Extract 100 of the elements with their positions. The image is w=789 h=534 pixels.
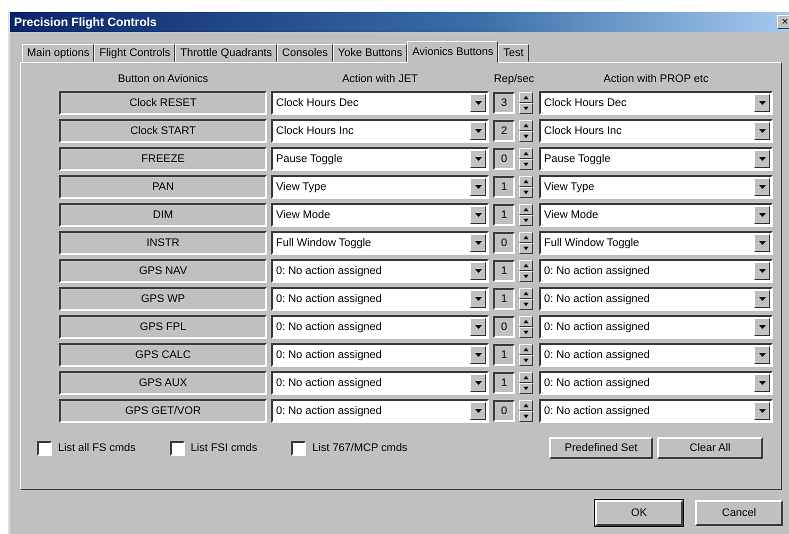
dialog-button[interactable]: Cancel (695, 500, 783, 526)
dropdown-button[interactable] (470, 234, 486, 252)
spin-buttons[interactable] (519, 400, 533, 422)
dropdown-button[interactable] (754, 94, 770, 112)
action-dropdown[interactable]: View Type (271, 175, 489, 199)
spin-buttons[interactable] (519, 232, 533, 254)
dropdown-button[interactable] (754, 374, 770, 392)
repeat-field[interactable]: 0 (493, 232, 515, 254)
action-dropdown[interactable]: 0: No action assigned (271, 399, 489, 423)
avionics-button[interactable]: GPS NAV (59, 259, 267, 283)
spin-buttons[interactable] (519, 316, 533, 338)
dropdown-button[interactable] (754, 402, 770, 420)
action-dropdown[interactable]: 0: No action assigned (271, 315, 489, 339)
tab[interactable]: Avionics Buttons (407, 41, 498, 63)
spin-buttons[interactable] (519, 120, 533, 142)
dropdown-button[interactable] (470, 346, 486, 364)
dialog-button[interactable]: OK (595, 500, 683, 526)
checkbox-option[interactable]: List all FS cmds (37, 440, 136, 456)
avionics-button[interactable]: GPS GET/VOR (59, 399, 267, 423)
repeat-field[interactable]: 1 (493, 176, 515, 198)
action-dropdown[interactable]: 0: No action assigned (539, 371, 773, 395)
checkbox[interactable] (291, 440, 306, 456)
action-dropdown[interactable]: Clock Hours Inc (271, 119, 489, 143)
action-dropdown[interactable]: 0: No action assigned (271, 343, 489, 367)
avionics-button[interactable]: INSTR (59, 231, 267, 255)
repeat-field[interactable]: 1 (493, 372, 515, 394)
action-dropdown[interactable]: 0: No action assigned (539, 259, 773, 283)
action-dropdown[interactable]: Full Window Toggle (271, 231, 489, 255)
action-dropdown[interactable]: Clock Hours Inc (539, 119, 773, 143)
dropdown-button[interactable] (470, 262, 486, 280)
dropdown-button[interactable] (754, 290, 770, 308)
action-dropdown[interactable]: 0: No action assigned (271, 259, 489, 283)
action-dropdown[interactable]: 0: No action assigned (539, 287, 773, 311)
avionics-button[interactable]: GPS AUX (59, 371, 267, 395)
action-dropdown[interactable]: Pause Toggle (539, 147, 773, 171)
repeat-field[interactable]: 0 (493, 148, 515, 170)
spin-buttons[interactable] (519, 92, 533, 114)
checkbox-option[interactable]: List FSI cmds (170, 440, 258, 456)
panel-button[interactable]: Clear All (657, 437, 763, 459)
dropdown-button[interactable] (754, 262, 770, 280)
avionics-button[interactable]: Clock RESET (59, 91, 267, 115)
tab[interactable]: Main options (22, 44, 94, 62)
action-dropdown[interactable]: Pause Toggle (271, 147, 489, 171)
dropdown-button[interactable] (754, 122, 770, 140)
dropdown-button[interactable] (470, 150, 486, 168)
avionics-button[interactable]: PAN (59, 175, 267, 199)
repeat-field[interactable]: 1 (493, 260, 515, 282)
dropdown-button[interactable] (470, 318, 486, 336)
action-dropdown[interactable]: 0: No action assigned (539, 315, 773, 339)
dropdown-button[interactable] (754, 178, 770, 196)
action-dropdown[interactable]: 0: No action assigned (271, 371, 489, 395)
action-dropdown[interactable]: 0: No action assigned (539, 399, 773, 423)
spin-buttons[interactable] (519, 260, 533, 282)
dropdown-button[interactable] (470, 206, 486, 224)
repeat-field[interactable]: 3 (493, 92, 515, 114)
spin-buttons[interactable] (519, 204, 533, 226)
action-dropdown[interactable]: View Type (539, 175, 773, 199)
panel-button[interactable]: Predefined Set (549, 437, 653, 459)
tab[interactable]: Throttle Quadrants (175, 44, 278, 62)
checkbox-option[interactable]: List 767/MCP cmds (291, 440, 408, 456)
dropdown-button[interactable] (470, 290, 486, 308)
avionics-button[interactable]: DIM (59, 203, 267, 227)
avionics-button[interactable]: GPS FPL (59, 315, 267, 339)
repeat-field[interactable]: 1 (493, 204, 515, 226)
repeat-field[interactable]: 0 (493, 316, 515, 338)
avionics-button[interactable]: GPS WP (59, 287, 267, 311)
repeat-field[interactable]: 1 (493, 288, 515, 310)
spin-buttons[interactable] (519, 372, 533, 394)
spin-buttons[interactable] (519, 288, 533, 310)
checkbox[interactable] (37, 440, 52, 456)
tab[interactable]: Yoke Buttons (332, 44, 408, 62)
action-dropdown[interactable]: View Mode (539, 203, 773, 227)
repeat-field[interactable]: 0 (493, 400, 515, 422)
dropdown-button[interactable] (754, 318, 770, 336)
avionics-button[interactable]: GPS CALC (59, 343, 267, 367)
dropdown-button[interactable] (470, 94, 486, 112)
dropdown-button[interactable] (754, 150, 770, 168)
action-dropdown[interactable]: View Mode (271, 203, 489, 227)
action-dropdown[interactable]: Clock Hours Dec (271, 91, 489, 115)
avionics-button[interactable]: Clock START (59, 119, 267, 143)
spin-buttons[interactable] (519, 148, 533, 170)
action-dropdown[interactable]: Full Window Toggle (539, 231, 773, 255)
repeat-field[interactable]: 1 (493, 344, 515, 366)
action-dropdown[interactable]: 0: No action assigned (539, 343, 773, 367)
dropdown-button[interactable] (470, 178, 486, 196)
close-button[interactable]: × (777, 15, 789, 29)
checkbox[interactable] (170, 440, 185, 456)
dropdown-button[interactable] (754, 346, 770, 364)
spin-buttons[interactable] (519, 344, 533, 366)
tab[interactable]: Consoles (277, 44, 333, 62)
dropdown-button[interactable] (470, 122, 486, 140)
action-dropdown[interactable]: 0: No action assigned (271, 287, 489, 311)
dropdown-button[interactable] (470, 374, 486, 392)
dropdown-button[interactable] (470, 402, 486, 420)
dropdown-button[interactable] (754, 234, 770, 252)
tab[interactable]: Test (498, 44, 529, 62)
action-dropdown[interactable]: Clock Hours Dec (539, 91, 773, 115)
tab[interactable]: Flight Controls (94, 44, 176, 62)
avionics-button[interactable]: FREEZE (59, 147, 267, 171)
spin-buttons[interactable] (519, 176, 533, 198)
